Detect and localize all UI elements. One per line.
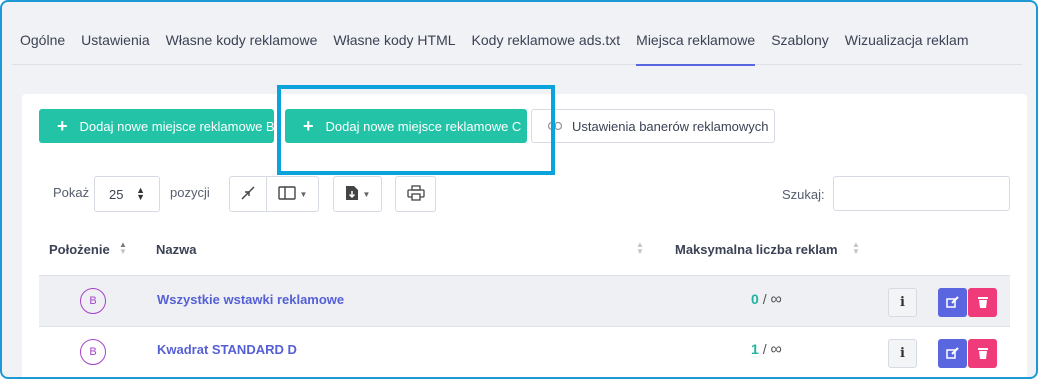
columns-icon <box>277 185 296 203</box>
banner-settings-button[interactable]: Ustawienia banerów reklamowych <box>531 109 775 143</box>
ads-count-separator: / <box>762 341 767 357</box>
edit-button[interactable] <box>938 288 967 317</box>
chevron-down-icon: ▼ <box>299 189 308 199</box>
ads-max-value: ∞ <box>770 291 782 308</box>
positions-label: pozycji <box>170 185 210 200</box>
ads-count-value: 1 <box>751 341 759 357</box>
print-icon <box>406 184 425 204</box>
column-header-name[interactable]: Nazwa <box>156 242 196 257</box>
sort-caret-icon: ▲ ▼ <box>136 185 145 202</box>
delete-button[interactable] <box>968 339 997 368</box>
compress-toggle-button[interactable] <box>229 176 267 212</box>
columns-toggle-button[interactable]: ▼ <box>266 176 319 212</box>
column-header-max-ads[interactable]: Maksymalna liczba reklam <box>675 242 838 257</box>
tab-custom-ad-codes[interactable]: Własne kody reklamowe <box>158 2 326 65</box>
ads-count-value: 0 <box>751 291 759 307</box>
compress-icon <box>240 185 256 204</box>
page-size-value: 25 <box>109 186 124 202</box>
position-badge: B <box>80 288 106 314</box>
position-badge: B <box>80 339 106 365</box>
tab-bar: Ogólne Ustawienia Własne kody reklamowe … <box>12 2 1022 66</box>
highlight-box <box>277 85 555 175</box>
tab-custom-html-codes[interactable]: Własne kody HTML <box>325 2 463 65</box>
plus-icon: + <box>57 116 68 136</box>
ads-count: 1 / ∞ <box>751 341 782 359</box>
edit-icon <box>946 296 959 308</box>
page-size-select[interactable]: 25 ▲ ▼ <box>94 176 160 212</box>
info-button[interactable]: i <box>888 339 917 368</box>
add-ad-place-b-button[interactable]: + Dodaj nowe miejsce reklamowe B <box>39 109 275 143</box>
tab-ad-places[interactable]: Miejsca reklamowe <box>628 2 763 66</box>
add-ad-place-b-label: Dodaj nowe miejsce reklamowe B <box>79 118 275 134</box>
search-label: Szukaj: <box>782 187 825 202</box>
tab-ads-txt[interactable]: Kody reklamowe ads.txt <box>464 2 629 65</box>
trash-icon <box>977 297 988 308</box>
ad-place-name-link[interactable]: Wszystkie wstawki reklamowe <box>157 292 344 307</box>
tab-settings[interactable]: Ustawienia <box>73 2 157 65</box>
sort-icon: ▲ ▼ <box>852 240 860 256</box>
edit-button[interactable] <box>938 339 967 368</box>
export-button[interactable]: ▼ <box>333 176 382 212</box>
app-window: Ogólne Ustawienia Własne kody reklamowe … <box>0 0 1038 379</box>
column-header-position[interactable]: Położenie <box>49 242 110 257</box>
table-row: B Kwadrat STANDARD D 1 / ∞ i <box>39 327 1010 377</box>
table-row: B Wszystkie wstawki reklamowe 0 / ∞ i <box>39 276 1010 326</box>
tab-ad-visualization[interactable]: Wizualizacja reklam <box>837 2 977 65</box>
edit-icon <box>946 347 959 359</box>
banner-settings-label: Ustawienia banerów reklamowych <box>572 118 769 134</box>
sort-icon: ▲ ▼ <box>119 240 127 256</box>
ad-place-name-link[interactable]: Kwadrat STANDARD D <box>157 342 297 357</box>
tab-templates[interactable]: Szablony <box>763 2 837 65</box>
tab-general[interactable]: Ogólne <box>12 2 73 65</box>
trash-icon <box>977 348 988 359</box>
chevron-down-icon: ▼ <box>362 189 371 199</box>
print-button[interactable] <box>395 176 436 212</box>
sort-icon: ▲ ▼ <box>636 240 644 256</box>
show-label: Pokaż <box>53 185 90 200</box>
ads-count-separator: / <box>762 291 767 307</box>
search-input[interactable] <box>833 176 1010 211</box>
delete-button[interactable] <box>968 288 997 317</box>
ads-max-value: ∞ <box>770 341 782 358</box>
ads-count: 0 / ∞ <box>751 291 782 309</box>
file-download-icon <box>345 185 359 204</box>
info-button[interactable]: i <box>888 288 917 317</box>
